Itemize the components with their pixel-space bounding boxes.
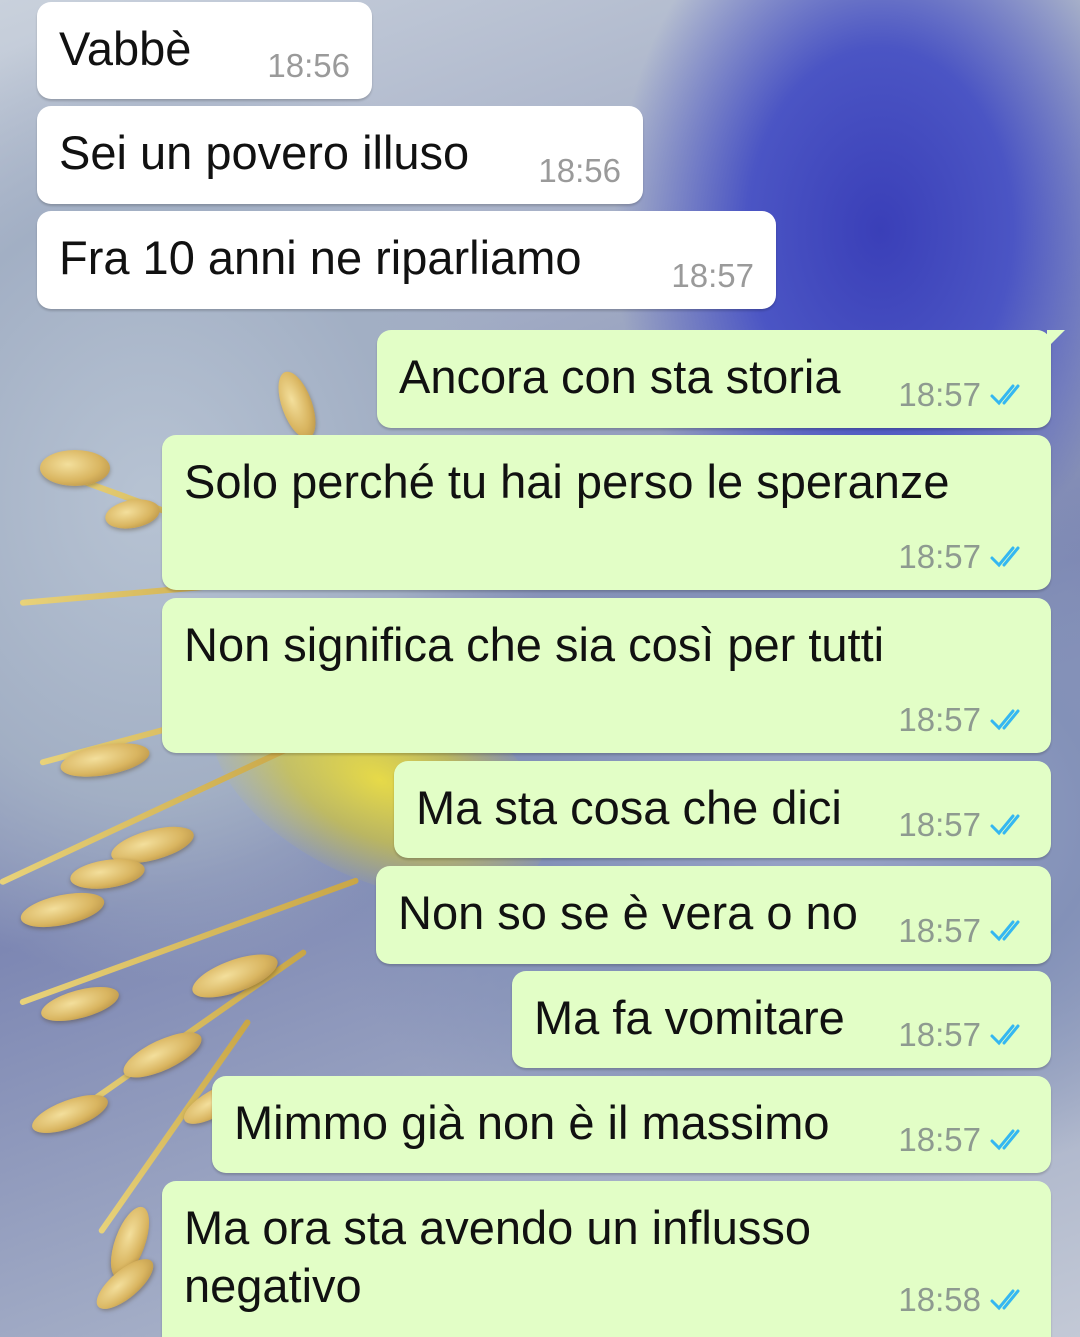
message-list[interactable]: Vabbè 18:56 Sei un povero illuso 18:56 F… [0,0,1080,1337]
read-double-check-icon [990,920,1020,942]
read-double-check-icon [990,814,1020,836]
message-time: 18:58 [898,1281,981,1318]
message-bubble-incoming[interactable]: Vabbè 18:56 [37,2,372,99]
message-time: 18:57 [898,376,981,413]
read-double-check-icon [990,1129,1020,1151]
read-double-check-icon [990,384,1020,406]
message-time: 18:57 [671,257,754,294]
message-meta: 18:57 [898,376,1029,414]
message-bubble-incoming[interactable]: Sei un povero illuso 18:56 [37,106,643,204]
message-meta: 18:57 [898,912,1029,950]
message-text: Solo perché tu hai perso le speranze [184,455,950,508]
message-time: 18:57 [898,538,981,575]
message-text: Sei un povero illuso [59,126,470,179]
message-meta: 18:57 [898,1121,1029,1159]
message-meta: 18:57 [898,806,1029,844]
message-bubble-outgoing[interactable]: Non significa che sia così per tutti 18:… [162,598,1051,753]
message-time: 18:57 [898,1121,981,1158]
message-time: 18:57 [898,912,981,949]
message-bubble-outgoing[interactable]: Ma ora sta avendo un influsso negativo 1… [162,1181,1051,1337]
message-text: Fra 10 anni ne riparliamo [59,231,582,284]
message-meta: 18:57 [671,257,754,295]
message-bubble-outgoing[interactable]: Solo perché tu hai perso le speranze 18:… [162,435,1051,590]
message-time: 18:56 [538,152,621,189]
message-time: 18:56 [267,47,350,84]
message-bubble-outgoing[interactable]: Ma fa vomitare 18:57 [512,971,1051,1068]
message-time: 18:57 [898,701,981,738]
message-time: 18:57 [898,1016,981,1053]
message-meta: 18:58 [898,1281,1029,1319]
message-text: Non significa che sia così per tutti [184,618,885,671]
read-double-check-icon [990,1289,1020,1311]
bubble-tail [1047,330,1065,348]
message-bubble-outgoing[interactable]: Ma sta cosa che dici 18:57 [394,761,1051,858]
message-meta: 18:57 [898,538,1029,576]
message-meta: 18:56 [538,152,621,190]
message-bubble-incoming[interactable]: Fra 10 anni ne riparliamo 18:57 [37,211,776,309]
message-meta: 18:57 [898,1016,1029,1054]
message-bubble-outgoing[interactable]: Non so se è vera o no 18:57 [376,866,1051,964]
read-double-check-icon [990,546,1020,568]
read-double-check-icon [990,709,1020,731]
message-bubble-outgoing[interactable]: Mimmo già non è il massimo 18:57 [212,1076,1051,1173]
message-bubble-outgoing[interactable]: Ancora con sta storia 18:57 [377,330,1065,428]
message-meta: 18:56 [267,47,350,85]
message-time: 18:57 [898,806,981,843]
read-double-check-icon [990,1024,1020,1046]
message-meta: 18:57 [898,701,1029,739]
